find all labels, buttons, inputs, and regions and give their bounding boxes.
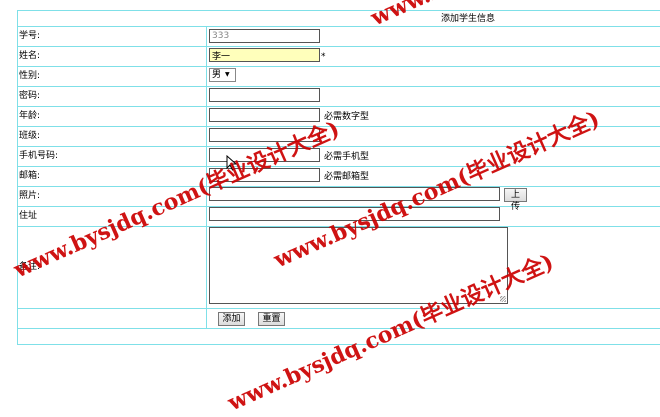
photo-label: 照片:: [19, 191, 41, 201]
form-title: 添加学生信息: [441, 14, 496, 24]
age-label: 年龄:: [19, 111, 41, 121]
grid-line: [17, 166, 660, 167]
name-input[interactable]: [209, 48, 320, 62]
phone-hint: 必需手机型: [324, 152, 370, 162]
grid-line: [17, 126, 660, 127]
password-label: 密码:: [19, 91, 41, 101]
address-label: 住址: [19, 211, 38, 221]
email-label: 邮箱:: [19, 171, 41, 181]
resize-grip-icon[interactable]: [500, 296, 506, 302]
grid-line: [17, 26, 660, 27]
grid-line: [17, 146, 660, 147]
grid-line: [17, 328, 660, 329]
phone-label: 手机号码:: [19, 151, 59, 161]
gender-selected-value: 男: [212, 70, 222, 80]
grid-line: [17, 46, 660, 47]
dropdown-arrow-icon: ▼: [225, 71, 230, 78]
reset-button[interactable]: 重置: [258, 312, 285, 326]
grid-line: [17, 86, 660, 87]
grid-line: [17, 308, 660, 309]
age-input[interactable]: [209, 108, 320, 122]
class-input[interactable]: [209, 128, 320, 142]
grid-line: [17, 106, 660, 107]
name-label: 姓名:: [19, 51, 41, 61]
password-input[interactable]: [209, 88, 320, 102]
remarks-textarea[interactable]: [209, 227, 508, 304]
photo-path-input[interactable]: [209, 187, 500, 201]
required-mark: *: [321, 52, 326, 62]
gender-select[interactable]: 男 ▼: [209, 68, 236, 82]
remarks-label: 备注:: [19, 262, 41, 272]
student-id-label: 学号:: [19, 31, 41, 41]
address-input[interactable]: [209, 207, 500, 221]
upload-button[interactable]: 上传: [504, 188, 527, 212]
grid-line: [17, 10, 660, 11]
submit-button[interactable]: 添加: [218, 312, 245, 326]
age-hint: 必需数字型: [324, 112, 370, 122]
grid-line: [17, 10, 18, 344]
grid-line: [17, 344, 660, 345]
mouse-cursor-icon: [226, 155, 238, 171]
student-id-input[interactable]: [209, 29, 320, 43]
watermark-text: www.bysjdq.com(毕业设计大全): [365, 0, 660, 32]
gender-label: 性别:: [19, 71, 41, 81]
grid-line: [17, 66, 660, 67]
grid-line: [206, 26, 207, 328]
email-hint: 必需邮箱型: [324, 172, 370, 182]
class-label: 班级:: [19, 131, 41, 141]
